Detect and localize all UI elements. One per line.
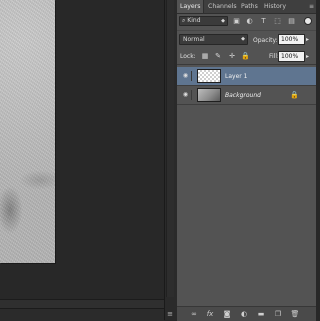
shape-filter-icon[interactable]: ⬚ xyxy=(273,17,282,25)
adjustment-filter-icon[interactable]: ◐ xyxy=(245,17,254,25)
lock-all-icon[interactable]: 🔒 xyxy=(241,52,250,60)
status-bar xyxy=(0,308,164,321)
layers-panel-footer: ∞ fx ◙ ◐ ▬ ❐ 🗑 xyxy=(177,306,316,321)
layer-thumbnail[interactable] xyxy=(197,69,221,83)
layer-style-icon[interactable]: fx xyxy=(205,309,215,319)
panel-menu-icon[interactable]: ≡ xyxy=(309,3,314,10)
new-group-icon[interactable]: ▬ xyxy=(256,309,266,319)
blend-mode-select[interactable]: Normal ◆ xyxy=(179,34,248,45)
horizontal-scrollbar[interactable] xyxy=(0,299,164,308)
image-filter-icon[interactable]: ▣ xyxy=(232,17,241,25)
filter-kind-label: Kind xyxy=(187,17,201,24)
filter-toggle-icon[interactable] xyxy=(304,17,312,25)
eye-icon[interactable]: ◉ xyxy=(180,71,192,81)
eye-icon[interactable]: ◉ xyxy=(180,90,192,100)
layers-panel: Layers Channels Paths History ≡ ⌕ Kind ◆… xyxy=(177,0,316,321)
tab-layers[interactable]: Layers xyxy=(177,0,204,13)
type-filter-icon[interactable]: T xyxy=(259,17,268,25)
filter-kind-select[interactable]: ⌕ Kind ◆ xyxy=(179,16,228,26)
adjustment-layer-icon[interactable]: ◐ xyxy=(239,309,249,319)
layer-thumbnail[interactable] xyxy=(197,88,221,102)
blend-row: Normal ◆ Opacity: 100% ▸ xyxy=(177,30,316,47)
canvas-area[interactable] xyxy=(0,0,162,320)
lock-image-pixels-icon[interactable]: ✎ xyxy=(214,52,222,60)
chevron-down-icon: ◆ xyxy=(241,36,245,42)
blend-mode-value: Normal xyxy=(183,36,205,43)
lock-icon: 🔒 xyxy=(290,91,299,99)
panel-tab-bar: Layers Channels Paths History ≡ xyxy=(177,0,316,14)
smart-object-filter-icon[interactable]: ▤ xyxy=(287,17,296,25)
lock-label: Lock: xyxy=(180,53,196,60)
opacity-field[interactable]: 100% xyxy=(278,34,305,45)
opacity-label: Opacity: xyxy=(253,37,278,44)
search-icon: ⌕ xyxy=(182,17,186,24)
delete-layer-icon[interactable]: 🗑 xyxy=(290,309,300,319)
lock-position-icon[interactable]: ✛ xyxy=(228,52,236,60)
opacity-slider-toggle-icon[interactable]: ▸ xyxy=(306,36,309,43)
fill-field[interactable]: 100% xyxy=(278,51,305,62)
document-image[interactable] xyxy=(0,0,55,263)
add-mask-icon[interactable]: ◙ xyxy=(222,309,232,319)
layer-filter-row: ⌕ Kind ◆ ▣ ◐ T ⬚ ▤ xyxy=(177,14,316,28)
lock-transparent-pixels-icon[interactable]: ▦ xyxy=(201,52,209,60)
layer-row-background[interactable]: ◉ Background 🔒 xyxy=(177,86,316,105)
vertical-scrollbar[interactable] xyxy=(166,0,174,297)
tab-paths[interactable]: Paths xyxy=(238,0,261,13)
lock-row: Lock: ▦ ✎ ✛ 🔒 Fill: 100% ▸ xyxy=(177,48,316,64)
layer-list[interactable]: ◉ Layer 1 ◉ Background 🔒 xyxy=(177,64,316,305)
new-layer-icon[interactable]: ❐ xyxy=(273,309,283,319)
tab-history[interactable]: History xyxy=(261,0,291,13)
layer-name[interactable]: Background xyxy=(225,92,261,99)
layer-row-layer-1[interactable]: ◉ Layer 1 xyxy=(177,67,316,86)
fill-slider-toggle-icon[interactable]: ▸ xyxy=(306,53,309,60)
chevron-down-icon: ◆ xyxy=(221,18,225,24)
dock-menu-icon[interactable]: ≡ xyxy=(166,311,174,318)
link-layers-icon[interactable]: ∞ xyxy=(189,309,199,319)
layer-name[interactable]: Layer 1 xyxy=(225,73,247,80)
tab-channels[interactable]: Channels xyxy=(205,0,237,13)
